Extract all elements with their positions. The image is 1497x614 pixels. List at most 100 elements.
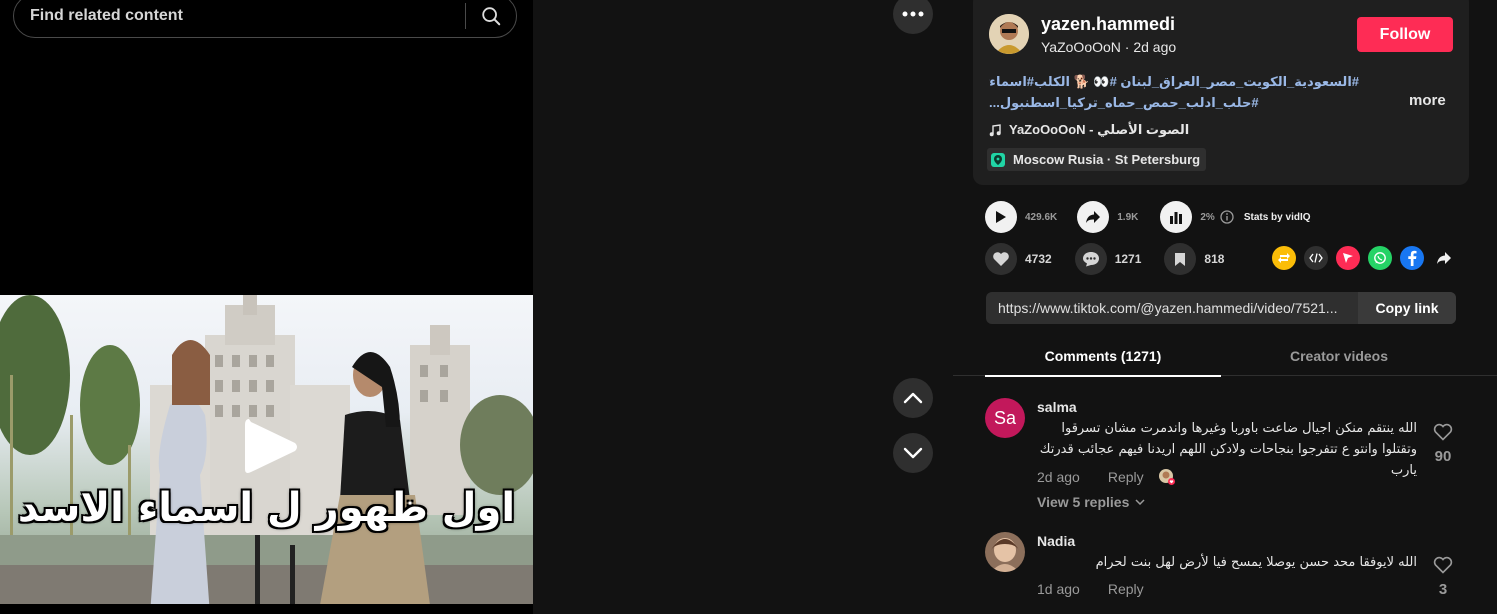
embed-icon bbox=[1309, 253, 1323, 263]
comment-like-button[interactable]: 90 bbox=[1431, 423, 1455, 465]
music-note-icon bbox=[989, 123, 1001, 136]
reply-button[interactable]: Reply bbox=[1108, 581, 1144, 597]
video-caption-overlay: اول ظهور ل اسماء الاسد bbox=[17, 485, 516, 531]
facebook-share-button[interactable] bbox=[1400, 246, 1424, 270]
like-button[interactable] bbox=[985, 243, 1017, 275]
info-icon[interactable] bbox=[1220, 210, 1234, 224]
description-line-2[interactable]: #حلب_ادلب_حمص_حماه_تركيا_اسطنبول... bbox=[989, 92, 1359, 113]
share-arrow-icon bbox=[1437, 252, 1451, 264]
tab-comments[interactable]: Comments (1271) bbox=[985, 336, 1221, 377]
music-info[interactable]: الصوت الأصلي - YaZoOoOoN bbox=[989, 122, 1189, 138]
more-share-button[interactable] bbox=[1432, 246, 1456, 270]
tiktok-video-page: اول ظهور ل اسماء الاسد yazen.hammedi YaZ… bbox=[0, 0, 1497, 614]
comment-like-count: 3 bbox=[1438, 581, 1448, 598]
send-icon bbox=[1343, 253, 1353, 263]
video-url[interactable]: https://www.tiktok.com/@yazen.hammedi/vi… bbox=[986, 300, 1358, 316]
video-link-box: https://www.tiktok.com/@yazen.hammedi/vi… bbox=[986, 292, 1456, 324]
commenter-name[interactable]: Nadia bbox=[1037, 533, 1075, 549]
comment-meta: 2d ago Reply bbox=[1037, 468, 1176, 486]
send-to-friends-button[interactable] bbox=[1336, 246, 1360, 270]
copy-link-button[interactable]: Copy link bbox=[1358, 292, 1456, 324]
author-nickname[interactable]: YaZoOoOoN bbox=[1041, 39, 1121, 55]
music-title: الصوت الأصلي - YaZoOoOoN bbox=[1009, 122, 1190, 137]
repost-button[interactable] bbox=[1272, 246, 1296, 270]
details-panel: yazen.hammedi YaZoOoOoN · 2d ago Follow … bbox=[953, 0, 1497, 614]
engagement-stat bbox=[1160, 201, 1193, 233]
author-avatar[interactable] bbox=[989, 14, 1029, 54]
chevron-down-icon bbox=[1135, 499, 1145, 505]
avatar-image bbox=[989, 14, 1029, 54]
shares-count: 1.9K bbox=[1117, 211, 1139, 223]
comment-item: Sa salma الله ينتقم منكن اجيال ضاعت باور… bbox=[985, 398, 1465, 516]
comment-text: الله لايوفقا محد حسن يوصلا يمسح فيا لأرض… bbox=[1095, 555, 1417, 570]
video-pane: اول ظهور ل اسماء الاسد bbox=[0, 0, 533, 614]
panel-tabs: Comments (1271) Creator videos bbox=[953, 336, 1497, 377]
play-icon bbox=[996, 211, 1006, 223]
author-username[interactable]: yazen.hammedi bbox=[1041, 14, 1175, 35]
more-options-button[interactable] bbox=[893, 0, 933, 34]
stats-by-label[interactable]: Stats by vidIQ bbox=[1244, 212, 1311, 223]
comment-time: 2d ago bbox=[1037, 469, 1080, 485]
search-button[interactable] bbox=[466, 0, 516, 37]
search-input[interactable] bbox=[14, 0, 465, 37]
comment-button[interactable] bbox=[1074, 243, 1107, 275]
search-bar bbox=[13, 0, 517, 38]
stats-row: 429.6K 1.9K 2% Stats by vidIQ bbox=[985, 201, 1311, 233]
description-line-1[interactable]: #السعودية_الكويت_مصر_العراق_لبنان #👀 🐕 ا… bbox=[989, 71, 1359, 92]
comment-time: 1d ago bbox=[1037, 581, 1080, 597]
location-label: Moscow Rusia · St Petersburg bbox=[1013, 152, 1201, 167]
commenter-name[interactable]: salma bbox=[1037, 399, 1077, 415]
post-date: 2d ago bbox=[1133, 39, 1177, 55]
engagement-actions: 4732 1271 818 bbox=[985, 243, 1247, 275]
description-more-link[interactable]: more bbox=[1409, 92, 1446, 109]
play-icon[interactable] bbox=[241, 415, 301, 479]
heart-icon bbox=[1433, 556, 1453, 574]
comment-like-button[interactable]: 3 bbox=[1431, 556, 1455, 598]
reply-button[interactable]: Reply bbox=[1108, 469, 1144, 485]
location-chip[interactable]: Moscow Rusia · St Petersburg bbox=[987, 148, 1207, 171]
whatsapp-icon bbox=[1374, 252, 1386, 264]
engagement-rate: 2% bbox=[1200, 211, 1215, 223]
more-icon bbox=[902, 11, 924, 17]
view-replies-button[interactable]: View 5 replies bbox=[1037, 494, 1145, 510]
video-frame[interactable]: اول ظهور ل اسماء الاسد bbox=[0, 295, 533, 604]
bookmark-icon bbox=[1175, 252, 1186, 266]
share-arrow-icon bbox=[1086, 211, 1101, 223]
view-replies-label: View 5 replies bbox=[1037, 494, 1130, 510]
comment-count: 1271 bbox=[1114, 252, 1142, 266]
shares-stat bbox=[1077, 201, 1110, 233]
search-icon bbox=[482, 7, 501, 26]
comment-like-count: 90 bbox=[1434, 448, 1452, 465]
comment-meta: 1d ago Reply bbox=[1037, 581, 1144, 597]
follow-button[interactable]: Follow bbox=[1357, 17, 1453, 52]
author-nickname-line: YaZoOoOoN · 2d ago bbox=[1041, 39, 1176, 55]
commenter-avatar[interactable]: Sa bbox=[985, 398, 1025, 438]
creator-liked-avatar bbox=[1158, 469, 1175, 485]
commenter-avatar[interactable] bbox=[985, 532, 1025, 572]
embed-button[interactable] bbox=[1304, 246, 1328, 270]
location-pin-icon bbox=[991, 152, 1005, 167]
whatsapp-share-button[interactable] bbox=[1368, 246, 1392, 270]
comment-item: Nadia الله لايوفقا محد حسن يوصلا يمسح في… bbox=[985, 532, 1465, 614]
previous-video-button[interactable] bbox=[893, 378, 933, 418]
tab-creator-videos[interactable]: Creator videos bbox=[1221, 336, 1457, 375]
save-count: 818 bbox=[1204, 252, 1225, 266]
plays-stat bbox=[985, 201, 1017, 233]
nickname-separator: · bbox=[1120, 39, 1134, 55]
heart-icon bbox=[993, 252, 1009, 266]
bar-chart-icon bbox=[1170, 212, 1183, 224]
next-video-button[interactable] bbox=[893, 433, 933, 473]
avatar-image bbox=[985, 532, 1025, 572]
plays-count: 429.6K bbox=[1025, 211, 1058, 223]
post-description: #السعودية_الكويت_مصر_العراق_لبنان #👀 🐕 ا… bbox=[989, 71, 1359, 113]
comment-icon bbox=[1082, 252, 1099, 267]
post-info-card: yazen.hammedi YaZoOoOoN · 2d ago Follow … bbox=[973, 0, 1469, 185]
save-button[interactable] bbox=[1164, 243, 1197, 275]
chevron-up-icon bbox=[903, 392, 923, 404]
facebook-icon bbox=[1408, 250, 1417, 266]
like-count: 4732 bbox=[1025, 252, 1052, 266]
repost-icon bbox=[1278, 253, 1290, 263]
heart-icon bbox=[1433, 423, 1453, 441]
chevron-down-icon bbox=[903, 447, 923, 459]
share-options bbox=[1272, 246, 1456, 270]
